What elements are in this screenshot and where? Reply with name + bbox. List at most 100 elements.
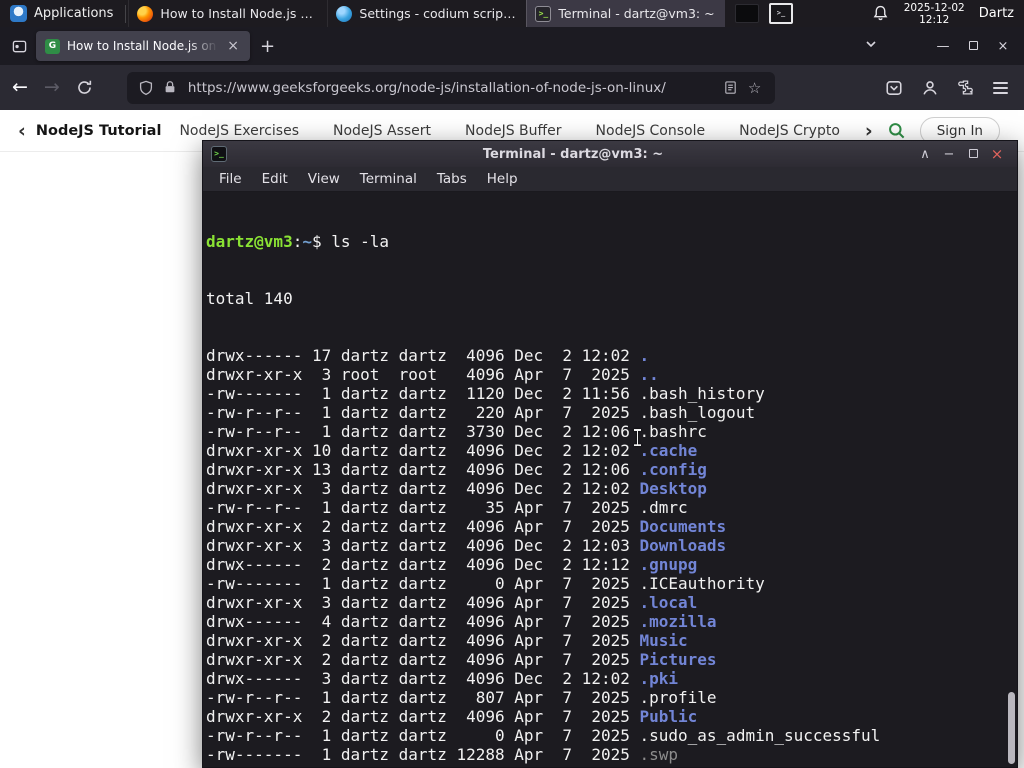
gfg-scroll-right-icon[interactable]: › <box>857 120 881 142</box>
new-tab-button[interactable]: + <box>250 36 285 57</box>
ls-entry-name: Music <box>639 631 688 650</box>
gfg-nav-item[interactable]: NodeJS Exercises <box>179 123 299 139</box>
ls-output-line: drwxr-xr-x 2 dartz dartz 4096 Apr 7 2025… <box>206 707 698 726</box>
ls-entry-name: .ICEauthority <box>639 574 765 593</box>
terminal-shade-button[interactable]: ∧ <box>913 147 937 162</box>
tab-close-button[interactable]: × <box>225 38 241 54</box>
tray-display-icon[interactable] <box>735 4 759 23</box>
browser-tab-bar: G How to Install Node.js on... × + — × <box>0 27 1024 65</box>
terminal-scrollbar[interactable] <box>1008 692 1015 764</box>
geeksforgeeks-favicon-icon: G <box>45 38 60 54</box>
bookmark-star-icon[interactable]: ☆ <box>748 80 764 96</box>
taskbar-button[interactable]: Settings - codium script... <box>327 0 526 27</box>
ls-entry-name: .bash_history <box>639 384 765 403</box>
pocket-save-icon[interactable] <box>885 79 903 97</box>
terminal-output[interactable]: dartz@vm3:~$ ls -la total 140 drwx------… <box>203 192 1017 767</box>
gfg-nav-item[interactable]: NodeJS Crypto <box>739 123 840 139</box>
ls-entry-name: . <box>639 346 650 365</box>
applications-label: Applications <box>34 6 114 21</box>
command-text: ls -la <box>331 232 390 251</box>
ls-entry-name: Desktop <box>639 479 707 498</box>
browser-tab[interactable]: G How to Install Node.js on... × <box>36 31 250 61</box>
window-close-button[interactable]: × <box>988 39 1018 54</box>
search-icon[interactable] <box>887 121 906 140</box>
terminal-close-button[interactable]: × <box>985 145 1009 163</box>
xfce-applications-icon <box>10 5 27 22</box>
lock-icon[interactable] <box>163 80 179 96</box>
tracking-protection-shield-icon[interactable] <box>138 80 154 96</box>
top-panel: Applications How to Install Node.js o...… <box>0 0 1024 27</box>
ls-output-line: drwxr-xr-x 3 dartz dartz 4096 Dec 2 12:0… <box>206 536 727 555</box>
ls-entry-name: .sudo_as_admin_successful <box>639 726 881 745</box>
ls-output-line: -rw-r--r-- 1 dartz dartz 3730 Dec 2 12:0… <box>206 422 707 441</box>
ls-output-line: drwxr-xr-x 2 dartz dartz 4096 Apr 7 2025… <box>206 631 688 650</box>
terminal-titlebar[interactable]: >_ Terminal - dartz@vm3: ~ ∧ − × <box>203 141 1017 167</box>
ls-entry-name: .mozilla <box>639 612 717 631</box>
ls-output-line: -rw-r--r-- 1 dartz dartz 35 Apr 7 2025 .… <box>206 498 688 517</box>
gfg-scroll-left-icon[interactable]: ‹ <box>10 120 34 142</box>
ls-output-line: drwx------ 4 dartz dartz 4096 Apr 7 2025… <box>206 612 717 631</box>
terminal-app-icon: >_ <box>211 146 227 162</box>
ls-entry-name: .. <box>639 365 659 384</box>
gfg-nav-item[interactable]: NodeJS Buffer <box>465 123 562 139</box>
taskbar: How to Install Node.js o... Settings - co… <box>128 0 726 27</box>
gfg-nav-item[interactable]: NodeJS Assert <box>333 123 431 139</box>
reader-view-icon[interactable] <box>723 80 739 96</box>
terminal-menu-edit[interactable]: Edit <box>252 171 298 187</box>
ls-output-line: drwxr-xr-x 10 dartz dartz 4096 Dec 2 12:… <box>206 441 698 460</box>
taskbar-button-title: Settings - codium script... <box>359 6 519 21</box>
back-button[interactable]: ← <box>12 78 28 97</box>
gfg-nav-items: NodeJS Exercises NodeJS Assert NodeJS Buff… <box>179 123 856 139</box>
taskbar-button-title: Terminal - dartz@vm3: ~ <box>558 6 715 21</box>
terminal-menu-file[interactable]: File <box>209 171 252 187</box>
terminal-menu-terminal[interactable]: Terminal <box>350 171 427 187</box>
terminal-icon: >_ <box>535 5 552 22</box>
ls-entry-name: .profile <box>639 688 717 707</box>
taskbar-button[interactable]: >_ Terminal - dartz@vm3: ~ <box>526 0 726 27</box>
terminal-title: Terminal - dartz@vm3: ~ <box>482 146 664 162</box>
menu-hamburger-icon[interactable] <box>993 79 1008 97</box>
taskbar-button[interactable]: How to Install Node.js o... <box>128 0 327 27</box>
desktop: Applications How to Install Node.js o...… <box>0 0 1024 768</box>
ls-output-line: drwxr-xr-x 3 dartz dartz 4096 Dec 2 12:0… <box>206 479 707 498</box>
tab-list-chevron-icon[interactable] <box>856 38 886 54</box>
panel-clock[interactable]: 2025-12-02 12:12 <box>904 2 965 26</box>
ls-output: drwx------ 17 dartz dartz 4096 Dec 2 12:… <box>206 346 1017 767</box>
panel-username: Dartz <box>978 6 1014 21</box>
terminal-maximize-button[interactable] <box>961 147 985 162</box>
tray-terminal-icon[interactable]: >_ <box>769 3 793 24</box>
gfg-active-tutorial-label[interactable]: NodeJS Tutorial <box>34 123 172 139</box>
window-maximize-button[interactable] <box>958 39 988 54</box>
gfg-nav-item[interactable]: NodeJS Console <box>596 123 706 139</box>
tab-title: How to Install Node.js on... <box>67 39 219 53</box>
notification-bell-icon[interactable] <box>872 5 890 23</box>
clock-time: 12:12 <box>919 13 950 26</box>
terminal-menu-help[interactable]: Help <box>477 171 528 187</box>
terminal-menu-tabs[interactable]: Tabs <box>427 171 477 187</box>
extensions-puzzle-icon[interactable] <box>957 79 975 97</box>
reload-button[interactable] <box>76 79 93 96</box>
applications-menu-button[interactable]: Applications <box>0 0 123 27</box>
ls-output-line: -rw------- 1 dartz dartz 12288 Apr 7 202… <box>206 745 679 764</box>
url-bar[interactable]: https://www.geeksforgeeks.org/node-js/in… <box>126 71 775 104</box>
ls-output-line: -rw-r--r-- 1 dartz dartz 220 Apr 7 2025 … <box>206 403 756 422</box>
account-icon[interactable] <box>921 79 939 97</box>
terminal-minimize-button[interactable]: − <box>937 147 961 162</box>
panel-separator <box>125 4 127 23</box>
ls-output-line: -rw------- 1 dartz dartz 0 Apr 7 2025 .I… <box>206 574 765 593</box>
browser-navbar: ← → https://www.geeksforgeeks.org/node-j… <box>0 65 1024 110</box>
ls-output-line: -rw------- 1 dartz dartz 1120 Dec 2 11:5… <box>206 384 765 403</box>
ls-entry-name: .local <box>639 593 698 612</box>
firefox-view-icon[interactable] <box>6 33 32 59</box>
window-minimize-button[interactable]: — <box>928 39 958 54</box>
ls-output-line: -rw-r--r-- 1 dartz dartz 807 Apr 7 2025 … <box>206 688 717 707</box>
terminal-menu-view[interactable]: View <box>298 171 350 187</box>
ls-output-line: drwxr-xr-x 2 dartz dartz 4096 Apr 7 2025… <box>206 764 1017 767</box>
terminal-menubar: File Edit View Terminal Tabs Help <box>203 167 1017 192</box>
forward-button: → <box>43 76 60 98</box>
prompt-line: dartz@vm3:~$ ls -la <box>206 232 390 251</box>
system-tray: >_ <box>735 0 793 27</box>
ls-output-line: drwxr-xr-x 2 dartz dartz 4096 Apr 7 2025… <box>206 650 717 669</box>
ls-output-line: drwxr-xr-x 3 dartz dartz 4096 Apr 7 2025… <box>206 593 698 612</box>
clock-date: 2025-12-02 <box>903 1 965 14</box>
